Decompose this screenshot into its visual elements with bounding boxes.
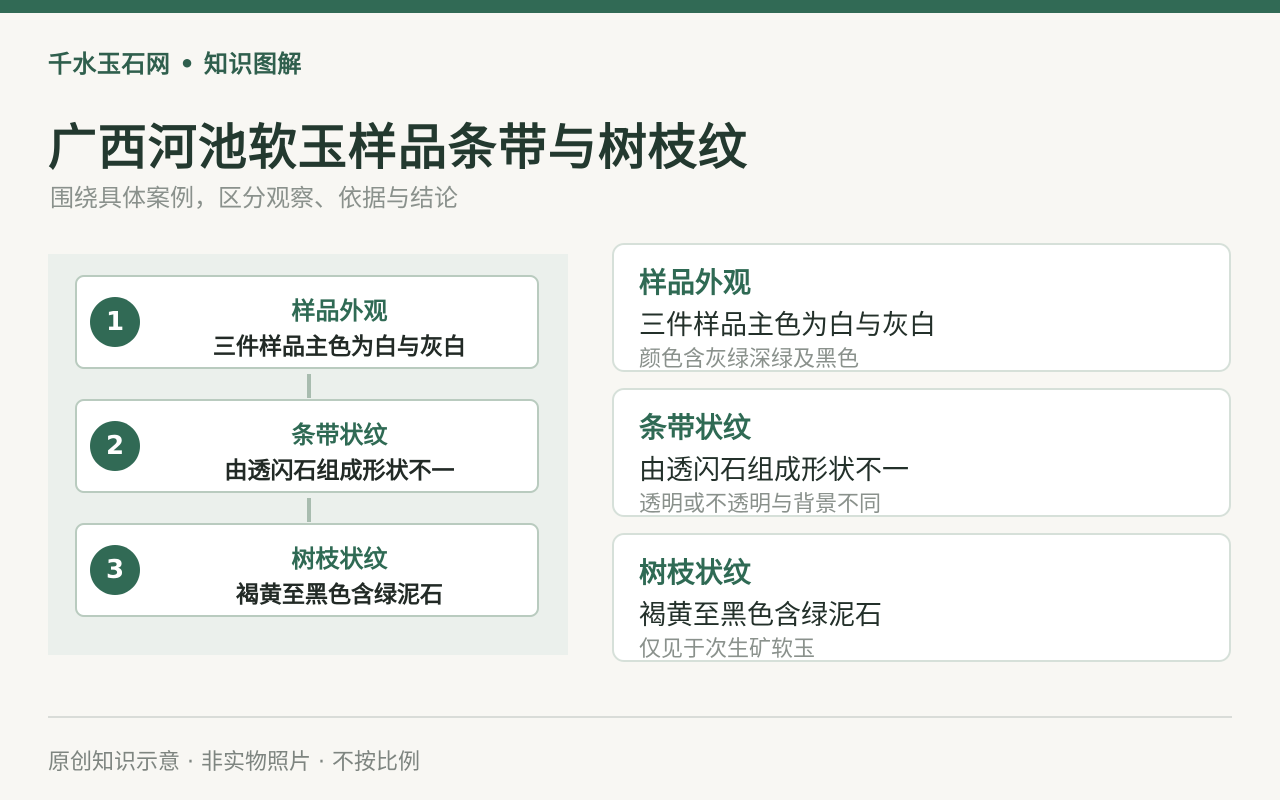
step-title: 树枝状纹 xyxy=(291,545,388,573)
step-title: 样品外观 xyxy=(291,297,388,325)
detail-card-2: 条带状纹 由透闪石组成形状不一 透明或不透明与背景不同 xyxy=(612,388,1231,517)
card-main-text: 三件样品主色为白与灰白 xyxy=(639,310,936,341)
card-main-text: 由透闪石组成形状不一 xyxy=(639,455,909,486)
card-note: 颜色含灰绿深绿及黑色 xyxy=(639,347,860,372)
card-note: 透明或不透明与背景不同 xyxy=(639,492,882,517)
page-subtitle: 围绕具体案例，区分观察、依据与结论 xyxy=(50,184,458,212)
footer-divider xyxy=(48,716,1232,718)
step-description: 褐黄至黑色含绿泥石 xyxy=(236,582,443,608)
brand-label: 千水玉石网 • 知识图解 xyxy=(48,50,303,78)
card-title: 树枝状纹 xyxy=(639,556,752,589)
step-connector xyxy=(307,374,311,398)
detail-card-1: 样品外观 三件样品主色为白与灰白 颜色含灰绿深绿及黑色 xyxy=(612,243,1231,372)
card-main-text: 褐黄至黑色含绿泥石 xyxy=(639,600,882,631)
step-description: 由透闪石组成形状不一 xyxy=(224,458,455,484)
step-description: 三件样品主色为白与灰白 xyxy=(213,334,466,360)
top-accent-bar xyxy=(0,0,1280,13)
card-title: 样品外观 xyxy=(639,266,752,299)
card-note: 仅见于次生矿软玉 xyxy=(639,637,816,662)
detail-card-3: 树枝状纹 褐黄至黑色含绿泥石 仅见于次生矿软玉 xyxy=(612,533,1231,662)
step-number-badge: 2 xyxy=(90,421,140,471)
step-box-2: 2 条带状纹 由透闪石组成形状不一 xyxy=(75,399,539,493)
footer-note: 原创知识示意 · 非实物照片 · 不按比例 xyxy=(48,750,420,775)
step-connector xyxy=(307,498,311,522)
step-box-3: 3 树枝状纹 褐黄至黑色含绿泥石 xyxy=(75,523,539,617)
step-box-1: 1 样品外观 三件样品主色为白与灰白 xyxy=(75,275,539,369)
step-title: 条带状纹 xyxy=(291,421,388,449)
steps-panel: 1 样品外观 三件样品主色为白与灰白 2 条带状纹 由透闪石组成形状不一 3 树… xyxy=(48,254,568,655)
page-title: 广西河池软玉样品条带与树枝纹 xyxy=(48,119,749,176)
step-number-badge: 3 xyxy=(90,545,140,595)
step-number-badge: 1 xyxy=(90,297,140,347)
card-title: 条带状纹 xyxy=(639,411,752,444)
